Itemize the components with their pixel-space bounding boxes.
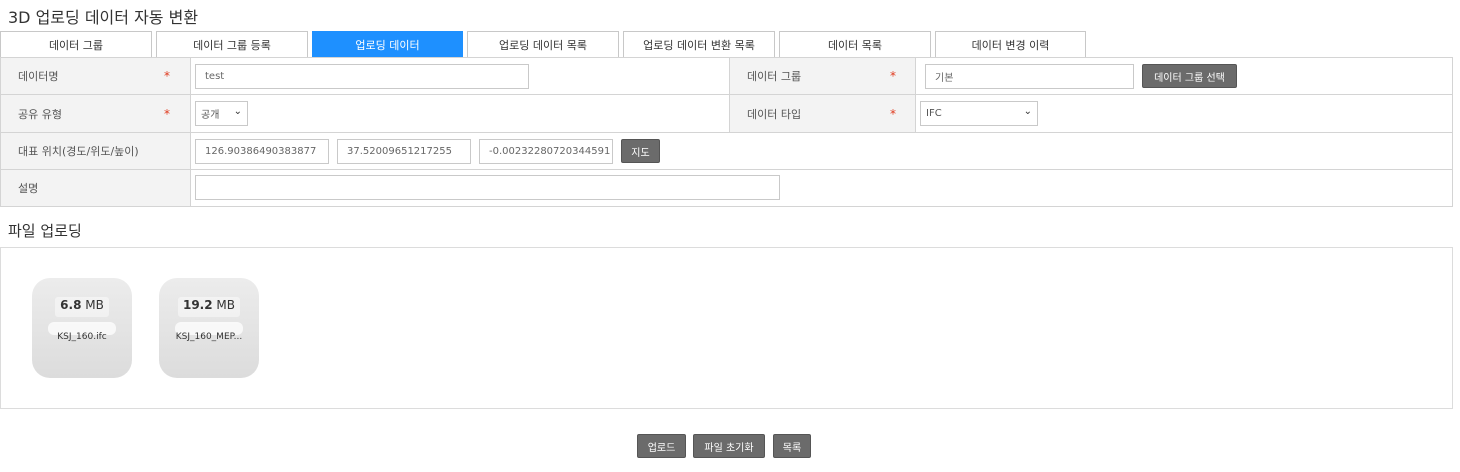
data-group-input[interactable]: 기본 — [925, 64, 1134, 89]
list-button[interactable]: 목록 — [773, 434, 811, 458]
upload-button[interactable]: 업로드 — [637, 434, 686, 458]
data-group-label-text: 데이터 그룹 — [747, 70, 802, 83]
share-type-select[interactable]: 공개 ⌄ — [195, 101, 248, 126]
tab-uploading-data-list[interactable]: 업로딩 데이터 목록 — [467, 31, 619, 57]
chevron-down-icon: ⌄ — [233, 106, 242, 117]
chevron-down-icon: ⌄ — [1023, 106, 1032, 117]
latitude-input[interactable]: 37.52009651217255 — [337, 139, 471, 164]
map-button[interactable]: 지도 — [621, 139, 660, 163]
data-type-label-text: 데이터 타입 — [747, 107, 802, 121]
reset-files-button[interactable]: 파일 초기화 — [693, 434, 765, 458]
data-name-label: 데이터명 * — [1, 58, 191, 94]
data-group-label: 데이터 그룹 * — [729, 58, 916, 94]
required-mark: * — [890, 106, 896, 121]
description-input[interactable] — [195, 175, 780, 200]
data-type-value: IFC — [926, 108, 942, 119]
file-size-number: 6.8 — [60, 298, 82, 312]
file-name: KSJ_160.ifc — [57, 332, 107, 342]
file-size: 19.2 MB — [159, 298, 259, 312]
share-type-value: 공개 — [201, 110, 220, 121]
data-type-label: 데이터 타입 * — [729, 95, 916, 132]
required-mark: * — [164, 106, 170, 121]
form-row-share-type: 공유 유형 * 공개 ⌄ 데이터 타입 * IFC ⌄ — [1, 95, 1452, 133]
file-name: KSJ_160_MEP... — [175, 332, 243, 342]
file-upload-title: 파일 업로딩 — [8, 222, 82, 240]
tab-data-list[interactable]: 데이터 목록 — [779, 31, 931, 57]
upload-form: 데이터명 * test 데이터 그룹 * 기본 데이터 그룹 선택 공유 유형 … — [0, 57, 1453, 207]
form-row-name-group: 데이터명 * test 데이터 그룹 * 기본 데이터 그룹 선택 — [1, 58, 1452, 95]
tab-data-group[interactable]: 데이터 그룹 — [0, 31, 152, 57]
file-size-unit: MB — [216, 298, 236, 312]
file-size: 6.8 MB — [32, 298, 132, 312]
file-size-number: 19.2 — [182, 298, 213, 312]
required-mark: * — [890, 69, 896, 83]
data-name-label-text: 데이터명 — [18, 70, 59, 83]
longitude-input[interactable]: 126.90386490383877 — [195, 139, 329, 164]
data-group-select-button[interactable]: 데이터 그룹 선택 — [1142, 64, 1237, 88]
tab-data-change-history[interactable]: 데이터 변경 이력 — [935, 31, 1086, 57]
required-mark: * — [164, 69, 170, 83]
share-type-label: 공유 유형 * — [1, 95, 191, 132]
page-title: 3D 업로딩 데이터 자동 변환 — [8, 8, 199, 27]
tab-uploading-data-convert-list[interactable]: 업로딩 데이터 변환 목록 — [623, 31, 775, 57]
data-type-select[interactable]: IFC ⌄ — [920, 101, 1038, 126]
description-label-text: 설명 — [18, 182, 39, 195]
file-drop-zone[interactable]: 6.8 MB KSJ_160.ifc 19.2 MB KSJ_160_MEP..… — [0, 247, 1453, 409]
tab-data-group-register[interactable]: 데이터 그룹 등록 — [156, 31, 308, 57]
share-type-label-text: 공유 유형 — [18, 107, 62, 121]
tab-bar: 데이터 그룹 데이터 그룹 등록 업로딩 데이터 업로딩 데이터 목록 업로딩 … — [0, 31, 1460, 57]
file-size-unit: MB — [85, 298, 104, 312]
altitude-input[interactable]: -0.00232280720344591 — [479, 139, 613, 164]
file-card[interactable]: 6.8 MB KSJ_160.ifc — [32, 278, 132, 378]
location-label: 대표 위치(경도/위도/높이) — [1, 133, 191, 169]
form-row-location: 대표 위치(경도/위도/높이) 126.90386490383877 37.52… — [1, 133, 1452, 170]
form-row-description: 설명 — [1, 170, 1452, 206]
location-label-text: 대표 위치(경도/위도/높이) — [18, 145, 139, 158]
tab-uploading-data[interactable]: 업로딩 데이터 — [312, 31, 463, 57]
data-name-input[interactable]: test — [195, 64, 529, 89]
description-label: 설명 — [1, 170, 191, 206]
file-card[interactable]: 19.2 MB KSJ_160_MEP... — [159, 278, 259, 378]
